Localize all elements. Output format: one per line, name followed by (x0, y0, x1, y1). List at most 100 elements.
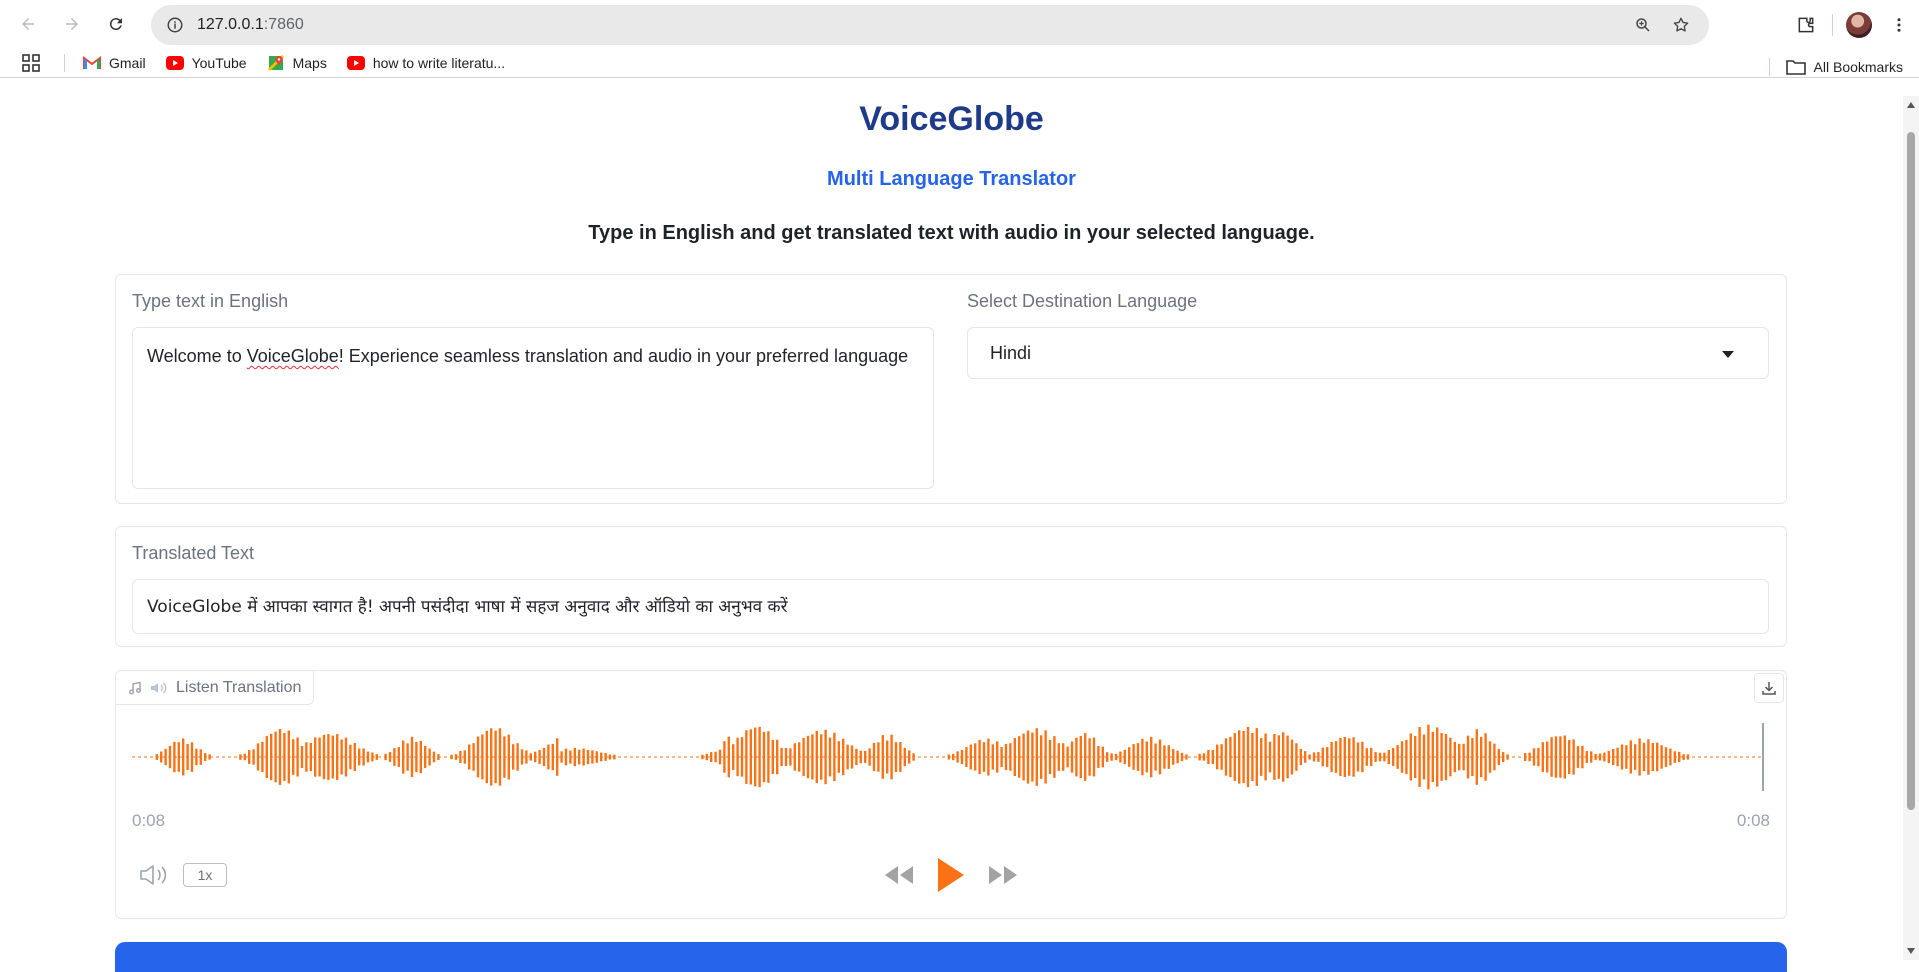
menu-kebab-icon[interactable] (1879, 5, 1919, 45)
bookmark-youtube[interactable]: YouTube (165, 54, 247, 72)
translated-text-output[interactable]: VoiceGlobe में आपका स्वागत है! अपनी पसंद… (132, 579, 1769, 634)
skip-forward-button[interactable] (986, 861, 1020, 889)
bookmarks-divider (64, 53, 65, 72)
skip-backward-button[interactable] (882, 861, 916, 889)
bookmark-maps[interactable]: Maps (267, 54, 327, 72)
back-button[interactable] (10, 6, 46, 42)
waveform-bar (344, 737, 348, 777)
waveform-bar (1427, 724, 1430, 790)
waveform-bar (1079, 736, 1082, 778)
waveform-bar (1370, 747, 1373, 767)
waveform-bar (1647, 739, 1650, 775)
waveform-bar (1308, 754, 1311, 760)
url-text[interactable]: 127.0.0.1:7860 (197, 16, 1621, 34)
bookmark-literature[interactable]: how to write literatu... (346, 54, 505, 72)
site-info-icon[interactable] (165, 15, 185, 35)
translate-submit-button[interactable] (115, 942, 1787, 972)
audio-waveform[interactable] (132, 717, 1772, 797)
waveform-bar (336, 734, 339, 780)
extensions-icon[interactable] (1786, 5, 1826, 45)
waveform-bar (1009, 743, 1012, 771)
waveform-bar (1440, 733, 1443, 781)
waveform-bar (1035, 728, 1038, 786)
waveform-bar (1286, 735, 1289, 779)
waveform-bar (1682, 754, 1685, 760)
profile-avatar[interactable] (1839, 5, 1879, 45)
waveform-bar (987, 738, 990, 776)
playhead[interactable] (1762, 723, 1764, 791)
waveform-bar (265, 736, 268, 778)
scroll-down-icon[interactable] (1907, 948, 1915, 954)
waveform-bar (1260, 738, 1263, 776)
scroll-up-icon[interactable] (1907, 102, 1915, 108)
chevron-down-icon (1722, 351, 1734, 358)
waveform-bar (547, 744, 550, 770)
waveform-bar (1568, 740, 1571, 774)
waveform-bar (833, 732, 836, 782)
page-scrollbar[interactable] (1903, 96, 1919, 960)
waveform-bar (314, 737, 317, 777)
waveform-bar (1502, 752, 1505, 762)
forward-button[interactable] (54, 6, 90, 42)
waveform-bar (1616, 747, 1619, 767)
download-button[interactable] (1754, 673, 1784, 703)
waveform-bar (1251, 733, 1254, 782)
waveform-bar (168, 745, 172, 769)
address-bar[interactable]: 127.0.0.1:7860 (151, 5, 1709, 45)
duration: 0:08 (1736, 811, 1770, 830)
waveform-bar (1326, 747, 1329, 767)
all-bookmarks-label: All Bookmarks (1813, 59, 1903, 75)
waveform-bar (1238, 730, 1241, 784)
waveform-bar (877, 742, 880, 772)
all-bookmarks[interactable]: All Bookmarks (1768, 58, 1903, 76)
waveform-bar (1374, 752, 1377, 762)
waveform-bar (1563, 735, 1566, 779)
play-button[interactable] (934, 855, 968, 895)
language-selected: Hindi (990, 343, 1032, 363)
scrollbar-thumb[interactable] (1907, 132, 1915, 810)
waveform-bar (1264, 733, 1267, 781)
waveform-bar (248, 750, 251, 764)
playback-speed-button[interactable]: 1x (183, 863, 227, 887)
waveform-bar (419, 740, 422, 774)
waveform-bar (1488, 741, 1492, 773)
waveform-bar (899, 742, 902, 772)
waveform-bar (1405, 739, 1408, 775)
folder-icon (1785, 60, 1806, 75)
bookmark-gmail[interactable]: Gmail (83, 54, 146, 72)
volume-button[interactable] (138, 861, 170, 889)
waveform-bar (1013, 738, 1016, 776)
english-text-input[interactable]: Welcome to VoiceGlobe! Experience seamle… (132, 327, 934, 489)
reload-button[interactable] (98, 6, 134, 42)
waveform-bar (613, 754, 616, 760)
waveform-bar (366, 751, 370, 763)
waveform-bar (520, 749, 524, 765)
waveform-bar (1172, 749, 1175, 765)
waveform-bar (578, 749, 581, 765)
waveform-bar (1312, 752, 1316, 762)
waveform-bar (600, 752, 603, 762)
waveform-bar (754, 727, 757, 787)
youtube-icon (165, 54, 184, 72)
waveform-bar (828, 737, 832, 777)
waveform-bar (292, 739, 295, 775)
reload-icon (109, 18, 122, 31)
waveform-bar (1106, 752, 1109, 762)
waveform-bar (1458, 743, 1461, 771)
zoom-icon[interactable] (1627, 9, 1659, 41)
bookmark-star-icon[interactable] (1665, 9, 1697, 41)
waveform-bar (1114, 753, 1118, 761)
waveform-bar (340, 739, 343, 775)
waveform-bar (450, 754, 453, 760)
waveform-bar (428, 748, 431, 766)
waveform-bar (1299, 748, 1302, 766)
rewind-icon (885, 866, 913, 884)
waveform-bar (767, 731, 770, 783)
apps-button[interactable] (22, 53, 40, 72)
waveform-bar (815, 730, 818, 784)
waveform-bar (256, 743, 260, 771)
waveform-bar (454, 754, 458, 760)
language-dropdown[interactable]: Hindi (967, 327, 1769, 379)
waveform-bar (173, 741, 176, 773)
waveform-bar (239, 754, 242, 760)
